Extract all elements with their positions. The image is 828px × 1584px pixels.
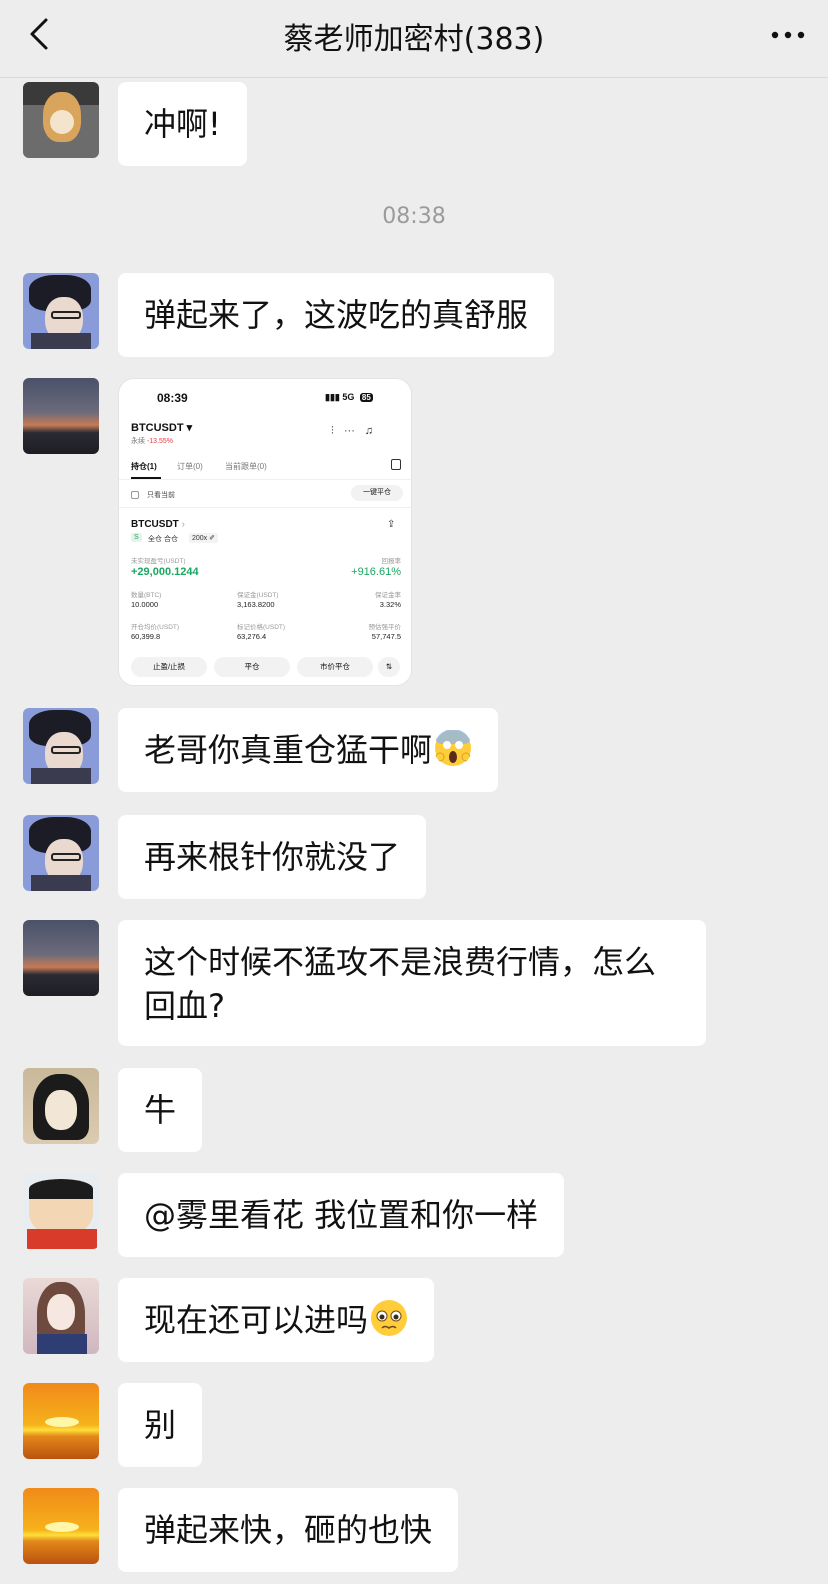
phone-time: 08:39 [157,391,188,405]
liq-value: 57,747.5 [371,632,401,641]
battery-icon: 85 [359,393,373,402]
message-bubble[interactable]: 现在还可以进吗 [118,1278,435,1362]
message-bubble[interactable]: 弹起来了，这波吃的真舒服 [118,273,555,357]
illustrated-woman-avatar[interactable] [23,1278,99,1354]
anime-man-glasses-avatar[interactable] [23,708,99,784]
screaming-face-emoji-icon [435,730,472,766]
only-current-label: 只看当前 [147,492,175,499]
candlestick-icon: ⫶ [331,425,344,437]
orange-sunset-avatar[interactable] [23,1488,99,1564]
share-icon: ⇪ [387,519,396,530]
symbol-subtitle: 永续 -13.55% [131,438,174,445]
symbol-title: BTCUSDT ▾ [131,422,193,434]
position-symbol: BTCUSDT › [131,519,185,530]
qty-label: 数量(BTC) [131,592,162,599]
message-bubble[interactable]: 别 [118,1383,203,1467]
bell-icon: ♫ [364,425,383,437]
mark-value: 63,276.4 [237,632,267,641]
pleading-face-emoji-icon [371,1300,408,1336]
qty-value: 10.0000 [131,600,159,609]
pnl-label: 未实现盈亏(USDT) [131,558,186,565]
anime-man-glasses-avatar[interactable] [23,815,99,891]
position-side-tag: S [131,533,142,542]
tp-sl-button: 止盈/止损 [131,657,207,677]
network-label: 5G [342,392,355,402]
entry-label: 开仓均价(USDT) [131,624,180,631]
message-bubble[interactable]: 再来根针你就没了 [118,815,427,899]
ellipsis-icon: ⋯ [343,425,365,437]
close-all-button: 一键平仓 [351,485,403,501]
roe-label: 回报率 [381,558,402,565]
sunset-landscape-avatar[interactable] [23,920,99,996]
crayon-shin-chan-avatar[interactable] [23,1173,99,1249]
message-text: 老哥你真重仓猛干啊 [144,731,433,769]
margin-value: 3,163.8200 [237,600,275,609]
message-bubble[interactable]: 老哥你真重仓猛干啊 [118,708,499,792]
message-bubble[interactable]: 牛 [118,1068,203,1152]
divider [119,507,411,508]
anime-man-glasses-avatar[interactable] [23,273,99,349]
margin-label: 保证金(USDT) [237,592,279,599]
trading-screenshot-image[interactable]: 08:39 ▮▮▮ 5G 85 BTCUSDT ▾ 永续 -13.55% ⫶⋯♫… [118,378,412,686]
toolbar-icons: ⫶⋯♫ [331,425,383,438]
signal-icon: ▮▮▮ [325,392,340,402]
chat-title: 蔡老师加密村(383) [283,22,545,57]
tab-positions: 持仓(1) [131,462,157,471]
message-bubble[interactable]: 冲啊! [118,82,247,166]
timestamp: 08:38 [382,204,446,229]
mark-label: 标记价格(USDT) [237,624,286,631]
phone-status: ▮▮▮ 5G 85 [325,392,373,403]
leverage-tag: 200x ✐ [189,533,218,543]
message-bubble[interactable]: @雾里看花 我位置和你一样 [118,1173,565,1257]
entry-value: 60,399.8 [131,632,161,641]
market-close-button: 市价平仓 [297,657,373,677]
pnl-value: +29,000.1244 [131,566,199,578]
tab-orders: 订单(0) [177,462,203,471]
message-bubble[interactable]: 弹起来快，砸的也快 [118,1488,459,1572]
liq-label: 预估强平价 [368,624,402,631]
margin-mode-tag: 全仓 合仓 [148,536,178,543]
close-position-button: 平仓 [214,657,290,677]
margin-ratio-value: 3.32% [379,600,401,609]
roe-value: +916.61% [351,566,401,578]
message-bubble[interactable]: 这个时候不猛攻不是浪费行情，怎么回血? [118,920,706,1046]
chat-header: 蔡老师加密村(383) [0,0,828,78]
orange-sunset-avatar[interactable] [23,1383,99,1459]
more-dots-icon[interactable] [770,28,806,42]
sunset-landscape-avatar[interactable] [23,378,99,454]
tab-copy-orders: 当前跟单(0) [225,462,267,471]
message-text: 现在还可以进吗 [144,1301,369,1339]
checkbox [131,491,139,499]
shiba-dog-avatar[interactable] [23,82,99,158]
anime-girl-avatar[interactable] [23,1068,99,1144]
divider [119,479,411,480]
swap-icon: ⇅ [378,657,400,677]
document-icon [391,459,401,470]
margin-ratio-label: 保证金率 [375,592,401,599]
